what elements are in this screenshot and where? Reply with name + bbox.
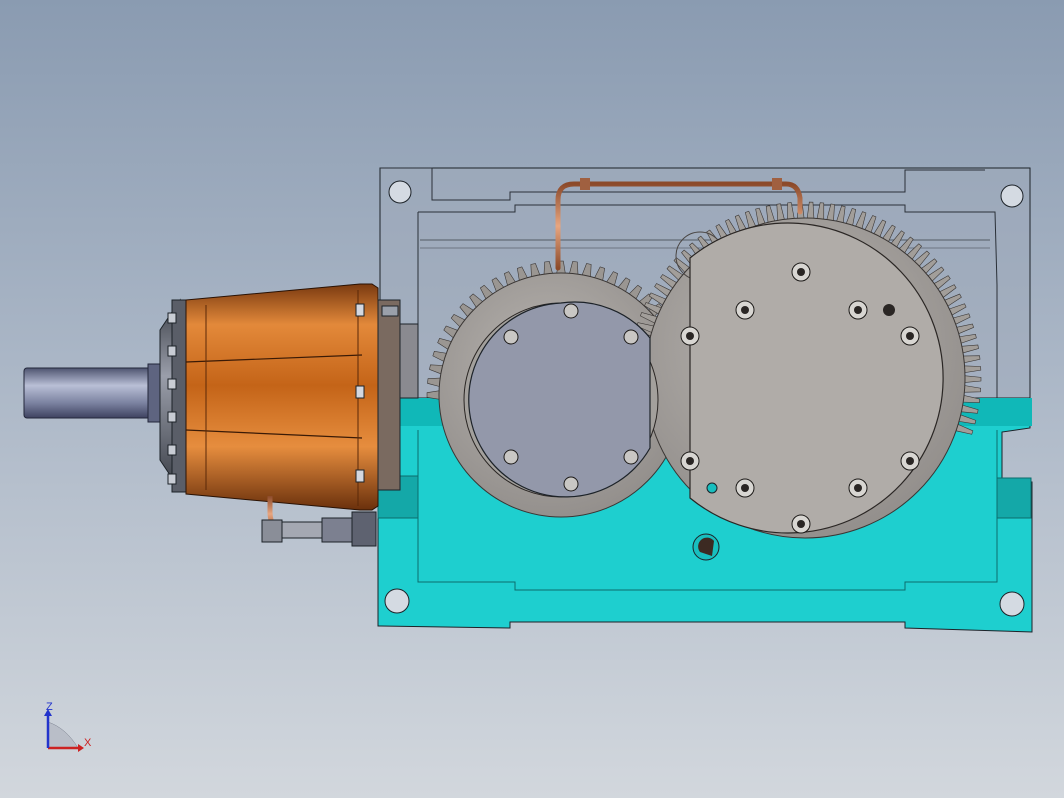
mounting-hole-bottom-left	[384, 588, 410, 614]
cover-bolt-hole	[906, 457, 914, 465]
oil-pipe-clamp	[772, 178, 782, 190]
mounting-hole-bottom-right	[999, 591, 1025, 617]
cover-bolt	[563, 476, 579, 492]
oil-pipe-clamp	[580, 178, 590, 190]
cover-bolt-hole	[706, 482, 718, 494]
housing-side-lug-right	[996, 477, 1032, 519]
motor-bell-housing	[185, 283, 379, 511]
cover-bolt-hole	[797, 520, 805, 528]
flange-bolt	[355, 385, 365, 399]
coordinate-triad: X Z	[44, 701, 92, 752]
mounting-hole-top-right	[1000, 184, 1024, 208]
x-axis-label: X	[84, 737, 92, 749]
cover-bolt	[623, 449, 639, 465]
cover-bolt-hole	[883, 304, 895, 316]
cover-bolt-hole	[854, 306, 862, 314]
motor-front-flange	[171, 299, 187, 493]
cover-bolt-hole	[741, 306, 749, 314]
input-bearing-cover[interactable]	[463, 301, 659, 498]
drain-nut	[321, 517, 353, 543]
flange-bolt	[355, 469, 365, 483]
cover-bolt-hole	[741, 484, 749, 492]
cover-bolt-hole	[686, 332, 694, 340]
flange-bolt	[167, 444, 177, 456]
mounting-hole-top-left	[388, 180, 412, 204]
cover-bolt	[563, 303, 579, 319]
cover-bolt	[503, 329, 519, 345]
coupling-hub	[399, 323, 419, 399]
drain-elbow	[261, 519, 283, 543]
flange-bolt	[355, 303, 365, 317]
flange-bolt	[167, 473, 177, 485]
cover-bolt-hole	[797, 268, 805, 276]
flange-bolt	[167, 312, 177, 324]
cover-bolt-hole	[906, 332, 914, 340]
flange-bolt	[167, 378, 177, 390]
motor-adapter-plate	[377, 299, 401, 491]
triad-plane	[47, 721, 79, 749]
input-shaft[interactable]	[23, 367, 165, 419]
z-axis-label: Z	[46, 701, 53, 713]
cad-viewport[interactable]: X Z	[0, 0, 1064, 798]
flange-bolt	[167, 411, 177, 423]
adapter-bolt	[381, 305, 399, 317]
drain-valve	[351, 511, 377, 547]
cover-bolt	[503, 449, 519, 465]
input-motor-adapter[interactable]	[23, 283, 419, 511]
cover-bolt-hole	[854, 484, 862, 492]
flange-bolt	[167, 345, 177, 357]
cover-bolt	[623, 329, 639, 345]
cover-bolt-hole	[686, 457, 694, 465]
drain-fitting-body	[281, 521, 323, 539]
